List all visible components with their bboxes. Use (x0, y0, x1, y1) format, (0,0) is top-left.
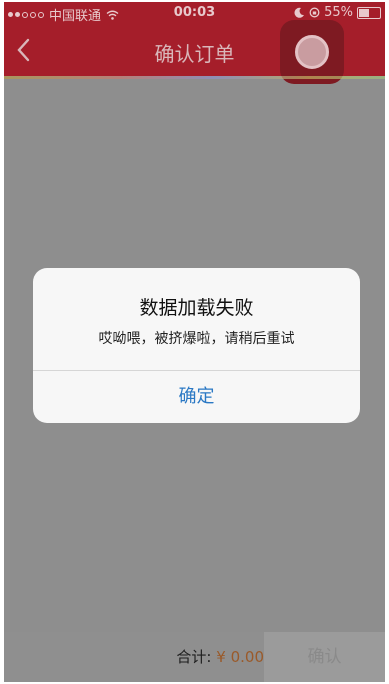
order-total: 合计: ¥ 0.00 (176, 632, 264, 682)
dialog-title: 数据加载失败 (139, 297, 254, 319)
nav-accent-stripe (4, 76, 385, 79)
screen: 中国联通 00:03 55% 确认订单 数据加载失败 哎呦喂，被挤爆啦，请稍后重… (4, 2, 385, 682)
dialog-ok-button[interactable]: 确定 (33, 371, 360, 423)
orientation-lock-icon (309, 7, 320, 18)
status-right: 55% (294, 5, 381, 20)
confirm-order-button[interactable]: 确认 (264, 632, 385, 682)
total-currency: ¥ (216, 648, 226, 666)
battery-percent: 55% (324, 5, 353, 20)
total-label: 合计: (176, 648, 212, 666)
moon-icon (294, 7, 305, 18)
checkout-bar: 合计: ¥ 0.00 确认 (4, 632, 385, 682)
total-amount: 0.00 (230, 648, 264, 666)
dialog-message: 哎呦喂，被挤爆啦，请稍后重试 (98, 331, 295, 347)
assistive-touch-button[interactable] (280, 20, 344, 84)
battery-icon (357, 6, 381, 19)
error-dialog: 数据加载失败 哎呦喂，被挤爆啦，请稍后重试 确定 (33, 268, 360, 423)
nav-bar: 确认订单 (4, 20, 385, 84)
assistive-touch-icon (295, 35, 329, 69)
